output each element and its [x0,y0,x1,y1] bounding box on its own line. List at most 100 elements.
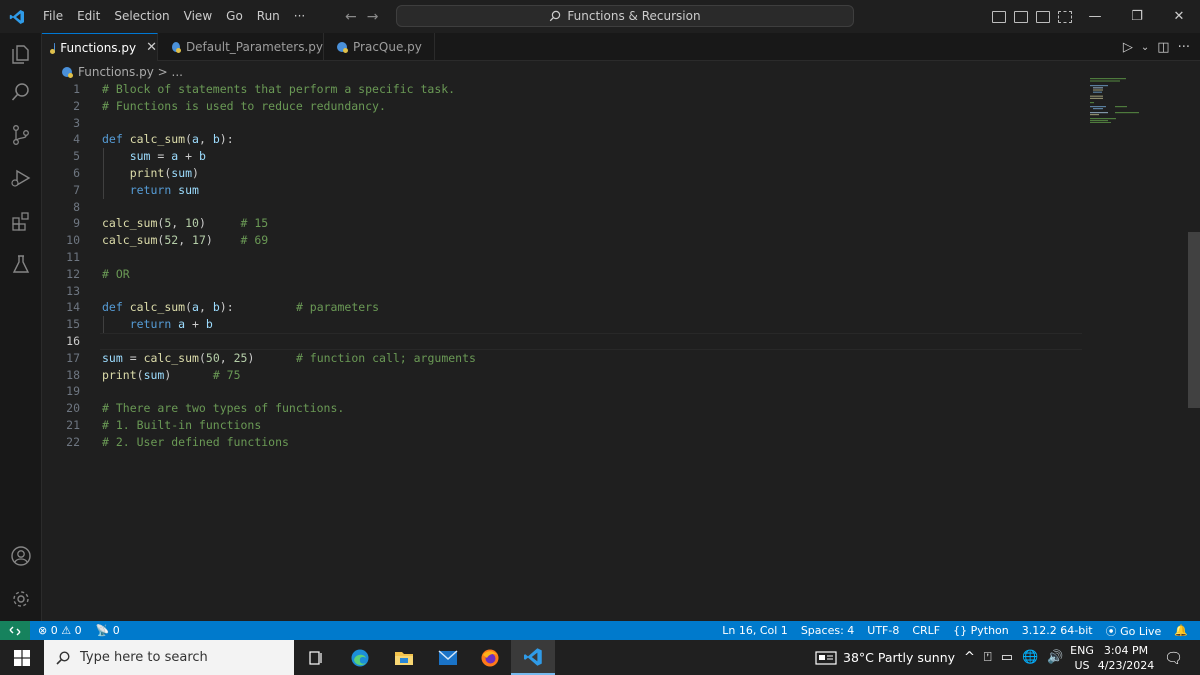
remote-window-icon[interactable] [0,621,30,640]
edge-browser-icon[interactable] [338,640,382,675]
file-encoding[interactable]: UTF-8 [867,624,899,637]
run-debug-icon[interactable] [0,157,42,199]
ports-indicator[interactable]: 📡 0 [96,624,120,637]
mail-icon[interactable] [426,640,470,675]
toggle-primary-sidebar-icon[interactable] [992,10,1006,23]
minimize-icon[interactable]: — [1074,0,1116,33]
code-line[interactable]: 5 sum = a + b [42,148,1082,165]
breadcrumb[interactable]: Functions.py > ... [42,62,183,82]
firefox-icon[interactable] [468,640,512,675]
run-python-file-icon[interactable]: ▷ [1123,40,1133,55]
clock[interactable]: 3:04 PM 4/23/2024 [1098,640,1154,675]
code-token: ) [198,216,241,231]
more-actions-icon[interactable]: ··· [1178,40,1190,55]
cursor-position[interactable]: Ln 16, Col 1 [722,624,788,637]
code-line[interactable]: 11 [42,249,1082,266]
problems-indicator[interactable]: ⊗ 0 ⚠ 0 [38,624,82,637]
line-content: return a + b [102,316,213,333]
accounts-icon[interactable] [0,535,42,577]
code-line[interactable]: 22 # 2. User defined functions [42,434,1082,451]
testing-flask-icon[interactable] [0,243,42,285]
explorer-icon[interactable] [0,33,42,75]
code-line[interactable]: 8 [42,199,1082,216]
indentation[interactable]: Spaces: 4 [801,624,854,637]
code-token: calc_sum [102,233,158,248]
close-window-icon[interactable]: ✕ [1158,0,1200,33]
vscode-taskbar-icon[interactable] [511,640,555,675]
code-token: ) [164,367,213,382]
chevron-down-icon[interactable]: ⌄ [1141,42,1149,53]
volume-icon[interactable]: 🔊 [1047,650,1063,665]
code-line[interactable]: 18 print(sum) # 75 [42,367,1082,384]
code-line[interactable]: 10 calc_sum(52, 17) # 69 [42,232,1082,249]
close-icon[interactable]: ✕ [146,40,157,55]
code-line[interactable]: 1 # Block of statements that perform a sp… [42,81,1082,98]
code-line[interactable]: 4 def calc_sum(a, b): [42,131,1082,148]
show-hidden-icons-chevron-icon[interactable]: ^ [964,650,975,665]
code-line[interactable]: 17 sum = calc_sum(50, 25) # function call… [42,350,1082,367]
battery-icon[interactable]: ▭ [1001,650,1013,665]
tab-functions[interactable]: Functions.py ✕ [42,33,158,61]
back-arrow-icon[interactable]: ← [345,9,357,25]
device-icon[interactable]: ⍞ [984,650,992,665]
taskbar-search-box[interactable]: Type here to search [44,640,294,675]
toggle-panel-icon[interactable] [1014,10,1028,23]
code-line[interactable]: 2 # Functions is used to reduce redundanc… [42,98,1082,115]
code-line[interactable]: 15 return a + b [42,316,1082,333]
input-language[interactable]: ENG US [1070,640,1094,675]
search-placeholder: Type here to search [80,650,208,665]
code-line[interactable]: 9 calc_sum(5, 10) # 15 [42,215,1082,232]
end-of-line[interactable]: CRLF [912,624,940,637]
code-line[interactable]: 7 return sum [42,182,1082,199]
tab-pracque[interactable]: PracQue.py [325,33,435,61]
code-line[interactable]: 20 # There are two types of functions. [42,400,1082,417]
code-token: print [129,166,165,180]
menu-run[interactable]: Run [250,0,287,33]
menu-go[interactable]: Go [219,0,250,33]
notifications-bell-icon[interactable]: 🔔 [1174,624,1188,637]
menu-view[interactable]: View [177,0,219,33]
notification-center-icon[interactable]: 🗨 [1164,640,1183,675]
vertical-scrollbar[interactable] [1188,232,1200,408]
menu-selection[interactable]: Selection [107,0,176,33]
line-number: 16 [66,334,80,348]
split-editor-icon[interactable]: ◫ [1157,40,1169,55]
menu-more[interactable]: ··· [287,0,312,33]
code-token: calc_sum [129,132,186,147]
file-explorer-icon[interactable] [382,640,426,675]
code-editor[interactable]: 1 # Block of statements that perform a sp… [42,81,1188,621]
code-token: , [198,132,213,147]
menu-edit[interactable]: Edit [70,0,107,33]
weather-widget[interactable]: 38°C Partly sunny [815,640,955,675]
minimap[interactable] [1088,78,1158,123]
code-token: sum [129,149,151,164]
network-globe-icon[interactable]: 🌐 [1022,650,1038,665]
command-center[interactable]: Functions & Recursion [396,5,854,27]
code-line[interactable]: 19 [42,383,1082,400]
extensions-icon[interactable] [0,200,42,242]
go-live-button[interactable]: ⦿ Go Live [1106,623,1162,639]
code-line[interactable]: 12 # OR [42,266,1082,283]
code-line[interactable]: 6 print(sum) [42,165,1082,182]
python-interpreter[interactable]: 3.12.2 64-bit [1022,624,1093,637]
language-mode[interactable]: {} Python [953,624,1009,637]
toggle-secondary-sidebar-icon[interactable] [1036,10,1050,23]
restore-icon[interactable]: ❐ [1116,0,1158,33]
code-line[interactable]: 13 [42,283,1082,300]
search-sidebar-icon[interactable] [0,71,42,113]
customize-layout-icon[interactable] [1058,10,1072,23]
tab-default-parameters[interactable]: Default_Parameters.py [160,33,324,61]
code-line[interactable]: 21 # 1. Built-in functions [42,417,1082,434]
settings-gear-icon[interactable] [0,578,42,620]
source-control-icon[interactable] [0,114,42,156]
task-view-icon[interactable] [294,640,338,675]
code-line[interactable]: 16 [42,333,1082,350]
code-line[interactable]: 3 [42,115,1082,132]
code-line[interactable]: 14 def calc_sum(a, b): # parameters [42,299,1082,316]
code-token: ( [185,300,193,315]
forward-arrow-icon[interactable]: → [367,9,379,25]
windows-start-icon[interactable] [0,640,44,675]
menu-file[interactable]: File [36,0,70,33]
